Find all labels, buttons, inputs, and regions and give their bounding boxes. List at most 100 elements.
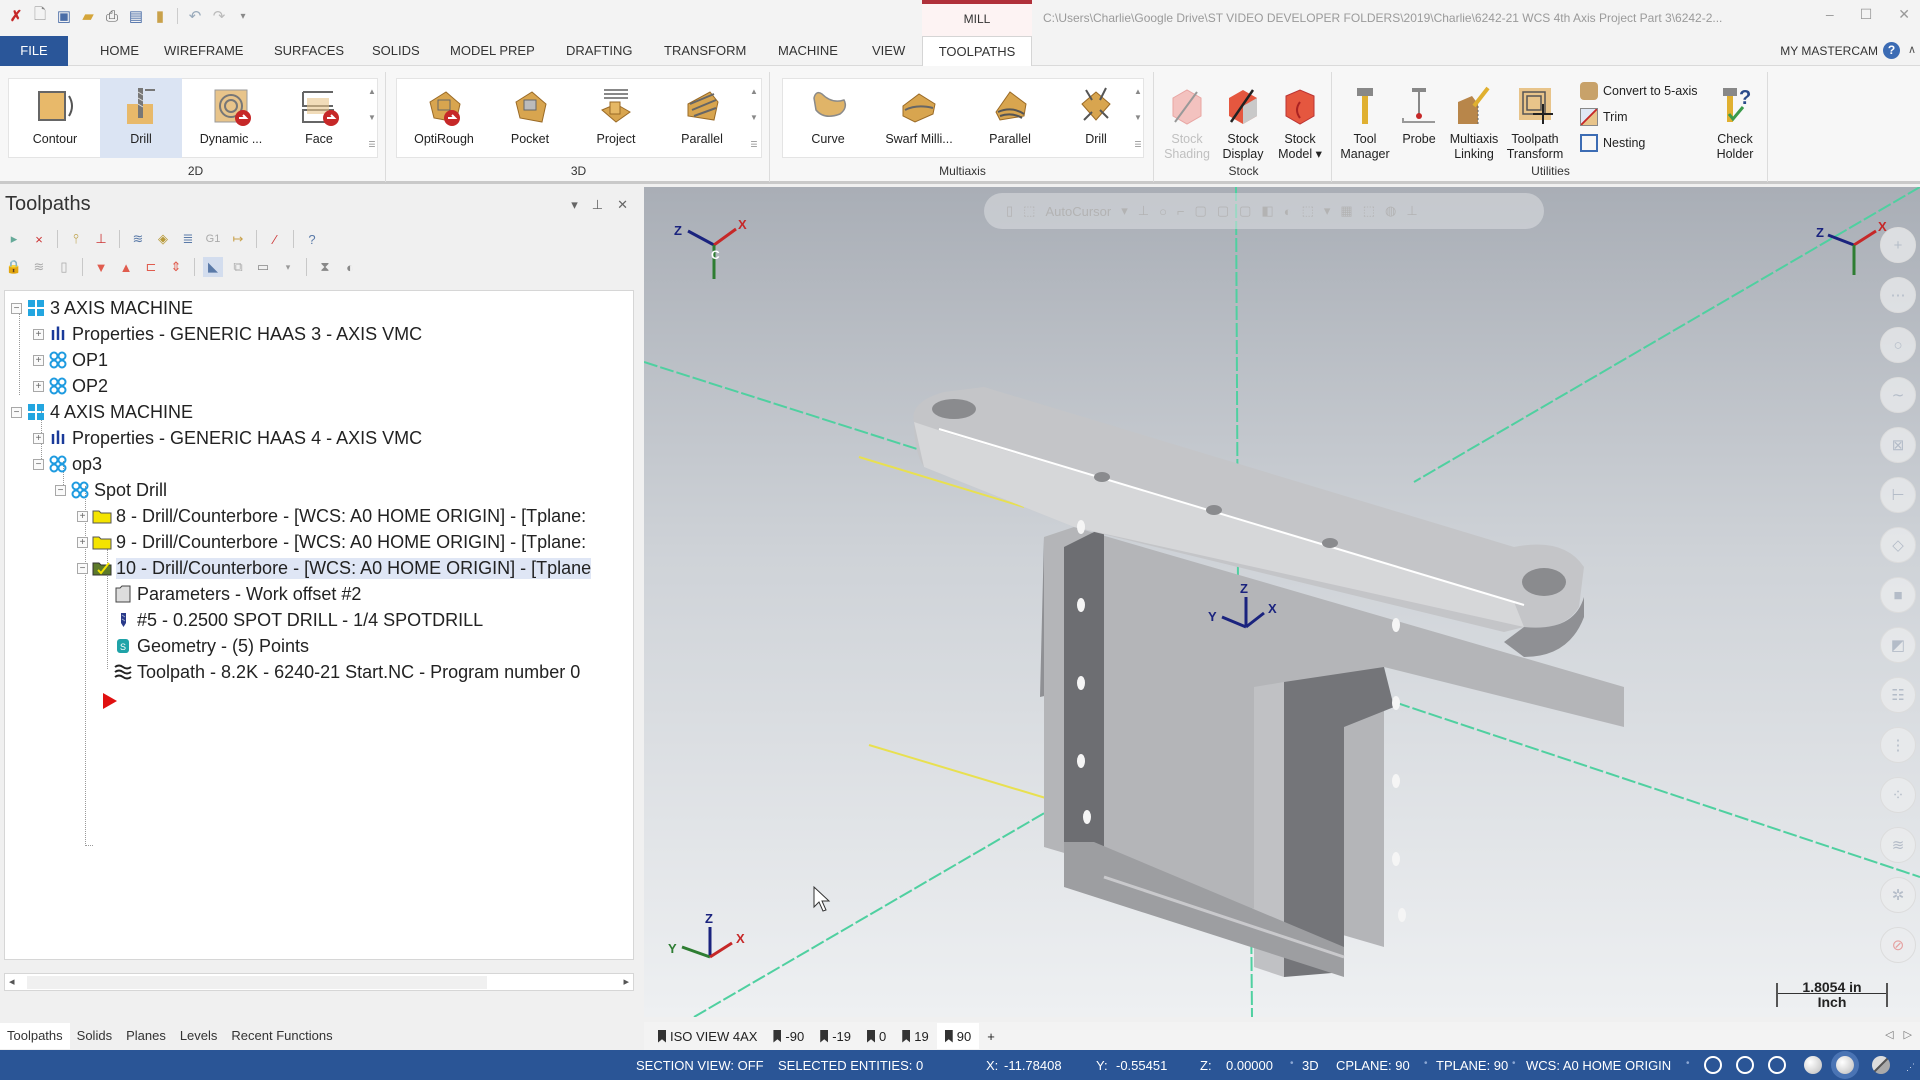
scroll-to-insert-icon[interactable]: ⇕: [166, 257, 186, 277]
tree-item-operation-9[interactable]: + 9 - Drill/Counterbore - [WCS: A0 HOME …: [77, 529, 586, 555]
select-all-operations-icon[interactable]: ▸: [4, 229, 24, 249]
gallery-2d-scroll[interactable]: ▲ ▼ ☰: [364, 78, 380, 158]
customize-qat-icon[interactable]: ▾: [233, 6, 253, 26]
grid-icon[interactable]: ▦: [1340, 203, 1352, 219]
tplane-status[interactable]: TPLANE: 90: [1436, 1058, 1508, 1073]
scroll-right-icon[interactable]: ▸: [623, 975, 629, 988]
expand-toggle[interactable]: +: [33, 380, 44, 392]
panel-tab-planes[interactable]: Planes: [119, 1023, 173, 1049]
window-select-icon[interactable]: ⬚: [1363, 203, 1375, 219]
lock-icon[interactable]: 🔒: [4, 257, 24, 277]
options-dropdown-icon[interactable]: ▾: [278, 257, 298, 277]
dimension-mask-icon[interactable]: ⊢: [1880, 477, 1916, 513]
open-icon[interactable]: ▰: [78, 6, 98, 26]
y-coordinate-value[interactable]: -0.55451: [1116, 1058, 1167, 1073]
panel-menu-icon[interactable]: ▾: [571, 197, 578, 213]
swarf-milling-button[interactable]: Swarf Milli...: [872, 78, 966, 158]
z-coordinate-value[interactable]: 0.00000: [1226, 1058, 1273, 1073]
tab-transform[interactable]: TRANSFORM: [652, 36, 758, 66]
simulate-icon[interactable]: ≣: [178, 229, 198, 249]
curve-button[interactable]: Curve: [786, 78, 870, 158]
mastercam-logo-icon[interactable]: ✗: [6, 6, 26, 26]
tree-item-spot-drill[interactable]: − Spot Drill: [55, 477, 167, 503]
viewsheet-prev-icon[interactable]: ◁: [1885, 1028, 1893, 1041]
insert-arrow-icon[interactable]: [101, 691, 119, 716]
cutter-comp-icon[interactable]: ◐: [340, 257, 360, 277]
toggle-posting-icon[interactable]: ▯: [54, 257, 74, 277]
close-button[interactable]: ✕: [1898, 6, 1910, 23]
display-selected-only-icon[interactable]: ◣: [203, 257, 223, 277]
save-as-icon[interactable]: ▤: [126, 6, 146, 26]
wcs-status[interactable]: WCS: A0 HOME ORIGIN: [1526, 1058, 1671, 1073]
point-mask-icon[interactable]: +: [1880, 227, 1916, 263]
parallel-multiaxis-button[interactable]: Parallel: [968, 78, 1052, 158]
pocket-button[interactable]: Pocket: [488, 78, 572, 158]
more-icon[interactable]: ▾: [1324, 203, 1331, 219]
save-icon[interactable]: ▣: [54, 6, 74, 26]
check-holder-button[interactable]: ? Check Holder: [1708, 78, 1762, 161]
probe-button[interactable]: Probe: [1394, 78, 1444, 158]
drill-multiaxis-button[interactable]: Drill: [1054, 78, 1138, 158]
viewsheet-tab-minus-90[interactable]: -90: [765, 1023, 812, 1049]
parallel-3d-button[interactable]: Parallel: [660, 78, 744, 158]
collapse-toggle[interactable]: −: [11, 302, 22, 314]
level-mask-icon[interactable]: ☷: [1880, 677, 1916, 713]
viewsheet-tab-0[interactable]: 0: [859, 1023, 894, 1049]
midpoint-icon[interactable]: ▢: [1195, 203, 1207, 219]
tangent-icon[interactable]: ◐: [1284, 204, 1292, 219]
viewsheet-tab-iso-view-4ax[interactable]: ISO VIEW 4AX: [650, 1023, 765, 1049]
tree-item-properties-4axis[interactable]: + ılı Properties - GENERIC HAAS 4 - AXIS…: [33, 425, 422, 451]
regenerate-dirty-icon[interactable]: ⊥: [91, 229, 111, 249]
center-icon[interactable]: ○: [1159, 204, 1167, 219]
shaded-view-icon[interactable]: [1804, 1056, 1822, 1074]
tab-file[interactable]: FILE: [0, 36, 68, 66]
scroll-left-icon[interactable]: ◂: [9, 975, 15, 988]
add-viewsheet-button[interactable]: +: [979, 1023, 1003, 1049]
result-mask-icon[interactable]: ⁘: [1880, 777, 1916, 813]
tab-machine[interactable]: MACHINE: [766, 36, 850, 66]
stock-model-button[interactable]: Stock Model ▾: [1272, 78, 1328, 161]
options-icon[interactable]: ▭: [253, 257, 273, 277]
pin-icon[interactable]: ⊥: [1406, 203, 1417, 219]
expand-toggle[interactable]: +: [33, 432, 44, 444]
collapse-toggle[interactable]: −: [55, 484, 66, 496]
tree-item-3-axis-machine[interactable]: − 3 AXIS MACHINE: [11, 295, 193, 321]
regenerate-selected-icon[interactable]: ⫯: [66, 229, 86, 249]
gallery-3d-scroll[interactable]: ▲ ▼ ☰: [746, 78, 762, 158]
expand-toggle[interactable]: +: [33, 328, 44, 340]
wireframe-view-icon[interactable]: [1704, 1056, 1722, 1074]
optirough-button[interactable]: OptiRough: [402, 78, 486, 158]
hidden-view-icon[interactable]: [1768, 1056, 1786, 1074]
panel-tab-recent-functions[interactable]: Recent Functions: [224, 1023, 339, 1049]
display-selected-group-icon[interactable]: ⧉: [228, 257, 248, 277]
surface-mask-icon[interactable]: ⊠: [1880, 427, 1916, 463]
tree-item-toolpath[interactable]: Toolpath - 8.2K - 6240-21 Start.NC - Pro…: [113, 659, 580, 685]
deselect-all-icon[interactable]: ×: [29, 229, 49, 249]
point-icon[interactable]: ▢: [1217, 203, 1229, 219]
my-mastercam-link[interactable]: MY MASTERCAM: [1780, 44, 1878, 58]
tab-home[interactable]: HOME: [88, 36, 151, 66]
scroll-thumb[interactable]: [27, 976, 487, 989]
autocursor-label[interactable]: AutoCursor: [1045, 204, 1111, 219]
tab-wireframe[interactable]: WIREFRAME: [152, 36, 255, 66]
folder-icon[interactable]: ▮: [150, 6, 170, 26]
help-icon[interactable]: ?: [1883, 42, 1900, 59]
insert-arrow-icon[interactable]: ⊏: [141, 257, 161, 277]
collapse-ribbon-icon[interactable]: ∧: [1908, 43, 1916, 56]
tree-item-op3[interactable]: − op3: [33, 451, 102, 477]
project-button[interactable]: Project: [574, 78, 658, 158]
arc-mask-icon[interactable]: ○: [1880, 327, 1916, 363]
new-file-icon[interactable]: 🗋: [30, 6, 50, 26]
tree-item-op2[interactable]: + OP2: [33, 373, 108, 399]
origin-icon[interactable]: ⊥: [1138, 203, 1149, 219]
chain-icon[interactable]: ◍: [1385, 203, 1396, 219]
tree-item-properties-3axis[interactable]: + ılı Properties - GENERIC HAAS 3 - AXIS…: [33, 321, 422, 347]
convert-to-5axis-button[interactable]: Convert to 5-axis: [1580, 82, 1697, 100]
move-up-icon[interactable]: ▲: [116, 257, 136, 277]
autocursor-dropdown-icon[interactable]: ▾: [1121, 203, 1128, 219]
color-mask-icon[interactable]: ◩: [1880, 627, 1916, 663]
expand-toggle[interactable]: +: [33, 354, 44, 366]
lock-icon[interactable]: ▯: [1006, 203, 1013, 219]
toggle-display-icon[interactable]: ≋: [29, 257, 49, 277]
mesh-mask-icon[interactable]: ◇: [1880, 527, 1916, 563]
